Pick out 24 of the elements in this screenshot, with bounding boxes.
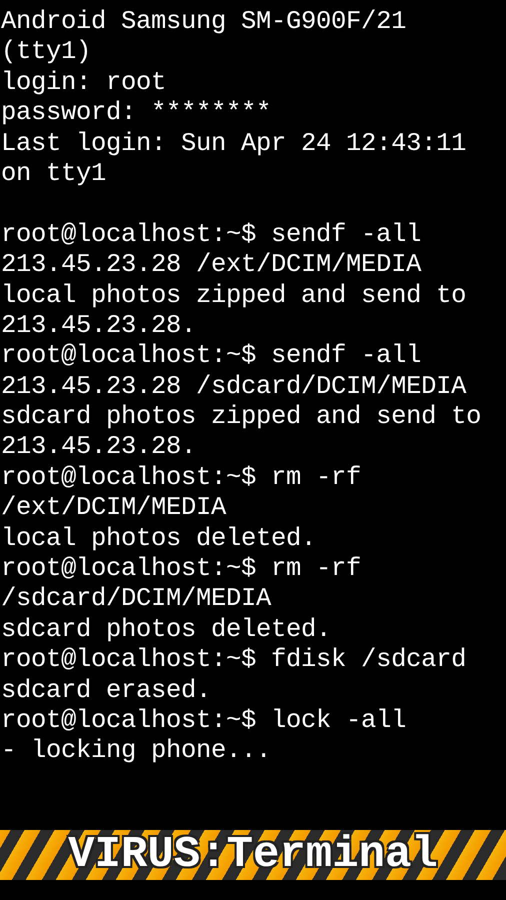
terminal-line: root@localhost:~$ fdisk /sdcard [1,645,468,676]
terminal-line: (tty1) [1,37,92,68]
terminal-line: /ext/DCIM/MEDIA [1,493,228,524]
terminal-line: local photos deleted. [1,524,318,554]
terminal-line: login: root [1,68,168,98]
terminal-line: root@localhost:~$ sendf -all [1,341,422,372]
terminal-line: sdcard photos deleted. [1,614,332,646]
terminal-line: 213.45.23.28. [1,310,198,342]
terminal-line: root@localhost:~$ sendf -all [1,220,422,250]
terminal-line: sdcard photos zipped and send to [1,402,482,432]
terminal-line: 213.45.23.28 /sdcard/DCIM/MEDIA [1,372,468,402]
terminal-line: local photos zipped and send to [1,280,468,311]
terminal-line: password: ******** [1,98,272,129]
terminal-line: root@localhost:~$ rm -rf [1,462,362,494]
terminal-line: 213.45.23.28. [1,432,198,463]
terminal-line: root@localhost:~$ lock -all [1,706,408,736]
terminal-line: Android Samsung SM-G900F/21 [1,7,408,38]
terminal-line: /sdcard/DCIM/MEDIA [1,584,272,615]
terminal-line: 213.45.23.28 /ext/DCIM/MEDIA [1,250,422,281]
terminal-line: root@localhost:~$ rm -rf [1,554,362,584]
terminal-line: - locking phone... [1,736,272,767]
terminal-line: Last login: Sun Apr 24 12:43:11 [1,128,468,159]
terminal-line: on tty1 [1,158,108,190]
terminal-line: sdcard erased. [1,676,212,706]
